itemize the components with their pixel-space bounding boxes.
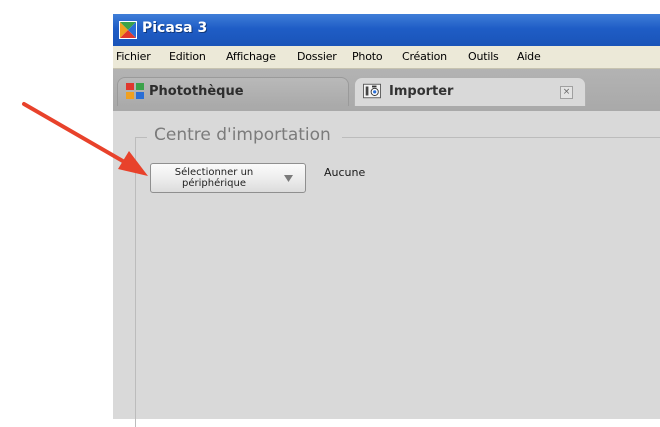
tab-label-importer: Importer [389,84,454,99]
menu-item-fichier[interactable]: Fichier [116,50,151,63]
close-icon[interactable]: × [560,86,573,99]
menu-item-aide[interactable]: Aide [517,50,541,63]
group-border-top-left [135,137,147,138]
menu-item-photo[interactable]: Photo [352,50,383,63]
selected-device-status: Aucune [324,166,366,179]
menu-item-edition[interactable]: Edition [169,50,206,63]
group-border-left [135,137,136,427]
menu-bar: Fichier Edition Affichage Dossier Photo … [113,46,660,69]
import-center-panel: Centre d'importation Sélectionner un pér… [113,111,660,427]
camera-icon [363,83,381,99]
tab-bar: Photothèque Importer × [113,69,660,111]
window-title: Picasa 3 [142,20,208,36]
picasa-window: Picasa 3 Fichier Edition Affichage Dossi… [113,14,660,427]
tab-label-phototheque: Photothèque [149,84,244,99]
import-center-title: Centre d'importation [154,125,331,145]
menu-item-outils[interactable]: Outils [468,50,499,63]
menu-item-affichage[interactable]: Affichage [226,50,276,63]
photo-library-icon [126,83,144,99]
menu-item-dossier[interactable]: Dossier [297,50,337,63]
tab-importer[interactable]: Importer × [354,77,586,106]
select-device-dropdown[interactable]: Sélectionner un périphérique [150,163,306,193]
group-border-top-right [342,137,660,138]
chevron-down-icon [284,175,293,182]
tab-phototheque[interactable]: Photothèque [117,77,349,106]
select-device-label: Sélectionner un périphérique [174,167,254,189]
title-bar: Picasa 3 [113,14,660,46]
picasa-app-icon [119,21,137,39]
menu-item-creation[interactable]: Création [402,50,447,63]
